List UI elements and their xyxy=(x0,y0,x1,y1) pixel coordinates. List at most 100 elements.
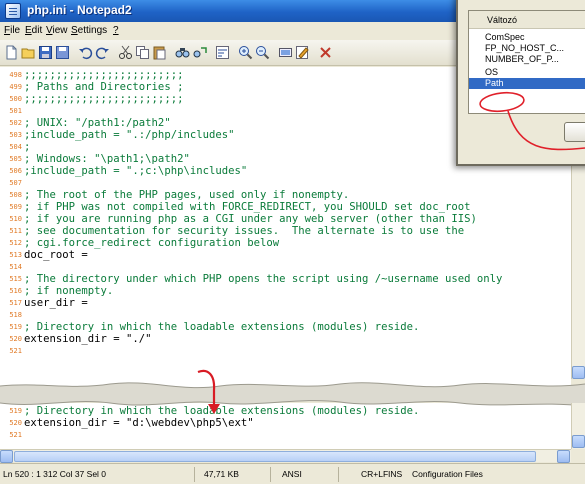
code-line[interactable]: 519; Directory in which the loadable ext… xyxy=(0,321,571,333)
code-text[interactable]: user_dir = xyxy=(24,297,88,309)
code-line[interactable]: 512; cgi.force_redirect configuration be… xyxy=(0,237,571,249)
code-text[interactable]: ; Directory in which the loadable extens… xyxy=(24,321,419,333)
code-line[interactable]: 520 extension_dir = "d:\webdev\php5\ext" xyxy=(0,417,571,429)
zoom-in-icon[interactable] xyxy=(238,45,253,60)
scroll-left-button[interactable] xyxy=(0,450,13,463)
customize-scheme-icon[interactable] xyxy=(295,45,310,60)
code-text[interactable]: extension_dir = "d:\webdev\php5\ext" xyxy=(24,417,254,429)
menu-view[interactable]: View xyxy=(46,25,68,36)
code-text[interactable]: ; if nonempty. xyxy=(24,285,113,297)
scroll-down-button-bottom[interactable] xyxy=(572,435,585,448)
line-number: 511 xyxy=(9,227,22,235)
line-number: 504 xyxy=(9,143,22,151)
code-line[interactable]: 508; The root of the PHP pages, used onl… xyxy=(0,189,571,201)
redo-icon[interactable] xyxy=(95,45,110,60)
code-line[interactable]: 514 xyxy=(0,261,571,273)
scroll-right-button[interactable] xyxy=(557,450,570,463)
line-number: 500 xyxy=(9,95,22,103)
exit-icon[interactable] xyxy=(318,45,333,60)
code-text[interactable]: extension_dir = "./" xyxy=(24,333,152,345)
code-text[interactable]: ; Paths and Directories ; xyxy=(24,81,183,93)
line-number: 499 xyxy=(9,83,22,91)
status-line-endings[interactable]: CR+LF xyxy=(361,469,388,479)
save-as-icon[interactable] xyxy=(55,45,70,60)
line-number: 507 xyxy=(9,179,22,187)
code-text[interactable]: ; see documentation for security issues.… xyxy=(24,225,464,237)
variable-row[interactable]: ComSpec xyxy=(469,32,585,43)
code-text[interactable]: ; if PHP was not compiled with FORCE_RED… xyxy=(24,201,470,213)
code-line[interactable]: 511; see documentation for security issu… xyxy=(0,225,571,237)
paste-icon[interactable] xyxy=(152,45,167,60)
variable-row[interactable]: NUMBER_OF_P... xyxy=(469,54,585,65)
line-number: 505 xyxy=(9,155,22,163)
code-line[interactable]: 509; if PHP was not compiled with FORCE_… xyxy=(0,201,571,213)
line-number: 509 xyxy=(9,203,22,211)
code-text[interactable]: ; cgi.force_redirect configuration below xyxy=(24,237,279,249)
code-text[interactable]: ; if you are running php as a CGI under … xyxy=(24,213,477,225)
open-file-icon[interactable] xyxy=(21,45,36,60)
code-text[interactable]: ; xyxy=(24,141,30,153)
menu-edit[interactable]: Edit xyxy=(25,25,42,36)
status-separator xyxy=(270,467,271,482)
variable-row-selected[interactable]: Path xyxy=(469,78,585,89)
variable-row[interactable]: FP_NO_HOST_C... xyxy=(469,43,585,54)
code-text[interactable]: ;include_path = ".:/php/includes" xyxy=(24,129,234,141)
code-line[interactable]: 518 xyxy=(0,309,571,321)
variables-list[interactable]: Változó ComSpec FP_NO_HOST_C... NUMBER_O… xyxy=(468,10,585,114)
new-file-icon[interactable] xyxy=(4,45,19,60)
status-position: Ln 520 : 1 312 Col 37 Sel 0 xyxy=(3,469,107,479)
replace-icon[interactable] xyxy=(192,45,207,60)
select-scheme-icon[interactable] xyxy=(278,45,293,60)
variable-column-header[interactable]: Változó xyxy=(469,11,585,29)
cut-icon[interactable] xyxy=(118,45,133,60)
save-file-icon[interactable] xyxy=(38,45,53,60)
code-text[interactable]: ; UNIX: "/path1:/path2" xyxy=(24,117,171,129)
code-line[interactable]: 521 xyxy=(0,429,571,441)
line-number: 516 xyxy=(9,287,22,295)
status-scheme[interactable]: Configuration Files xyxy=(412,469,483,479)
code-text[interactable]: ; The directory under which PHP opens th… xyxy=(24,273,502,285)
line-number: 501 xyxy=(9,107,22,115)
line-number: 513 xyxy=(9,251,22,259)
code-line[interactable]: 517 user_dir = xyxy=(0,297,571,309)
code-text[interactable]: ; Windows: "\path1;\path2" xyxy=(24,153,190,165)
line-number: 515 xyxy=(9,275,22,283)
code-text[interactable]: ;include_path = ".;c:\php\includes" xyxy=(24,165,247,177)
horizontal-scrollbar[interactable] xyxy=(0,449,571,463)
line-number: 508 xyxy=(9,191,22,199)
code-line[interactable]: 507 xyxy=(0,177,571,189)
code-line[interactable]: 515; The directory under which PHP opens… xyxy=(0,273,571,285)
code-text[interactable]: doc_root = xyxy=(24,249,88,261)
torn-page-separator xyxy=(0,382,585,407)
code-line[interactable]: 520 extension_dir = "./" xyxy=(0,333,571,345)
line-number: 518 xyxy=(9,311,22,319)
code-line[interactable]: 510; if you are running php as a CGI und… xyxy=(0,213,571,225)
environment-variables-dialog: Változó ComSpec FP_NO_HOST_C... NUMBER_O… xyxy=(456,0,585,166)
undo-icon[interactable] xyxy=(78,45,93,60)
code-line[interactable]: 513 doc_root = xyxy=(0,249,571,261)
status-insert-mode: INS xyxy=(388,469,403,479)
horizontal-scroll-thumb[interactable] xyxy=(14,451,536,462)
zoom-out-icon[interactable] xyxy=(255,45,270,60)
variable-row[interactable]: OS xyxy=(469,67,585,78)
copy-icon[interactable] xyxy=(135,45,150,60)
code-line[interactable]: 521 xyxy=(0,345,571,357)
menu-help[interactable]: ? xyxy=(113,25,119,36)
status-separator xyxy=(194,467,195,482)
line-number: 514 xyxy=(9,263,22,271)
vertical-scrollbar-bottom[interactable] xyxy=(571,403,585,449)
find-icon[interactable] xyxy=(175,45,190,60)
code-line[interactable]: 506 ;include_path = ".;c:\php\includes" xyxy=(0,165,571,177)
menu-settings[interactable]: Settings xyxy=(71,25,107,36)
notepad2-app-icon[interactable] xyxy=(5,3,21,19)
status-bar: Ln 520 : 1 312 Col 37 Sel 0 47,71 KB ANS… xyxy=(0,463,585,484)
menu-file[interactable]: File xyxy=(4,25,20,36)
code-text[interactable]: ; The root of the PHP pages, used only i… xyxy=(24,189,349,201)
scroll-down-button[interactable] xyxy=(572,366,585,379)
code-text[interactable]: ;;;;;;;;;;;;;;;;;;;;;;;;; xyxy=(24,69,183,81)
dialog-button[interactable] xyxy=(564,122,585,142)
status-encoding[interactable]: ANSI xyxy=(282,469,302,479)
word-wrap-icon[interactable] xyxy=(215,45,230,60)
code-line[interactable]: 516; if nonempty. xyxy=(0,285,571,297)
code-text[interactable]: ;;;;;;;;;;;;;;;;;;;;;;;;; xyxy=(24,93,183,105)
